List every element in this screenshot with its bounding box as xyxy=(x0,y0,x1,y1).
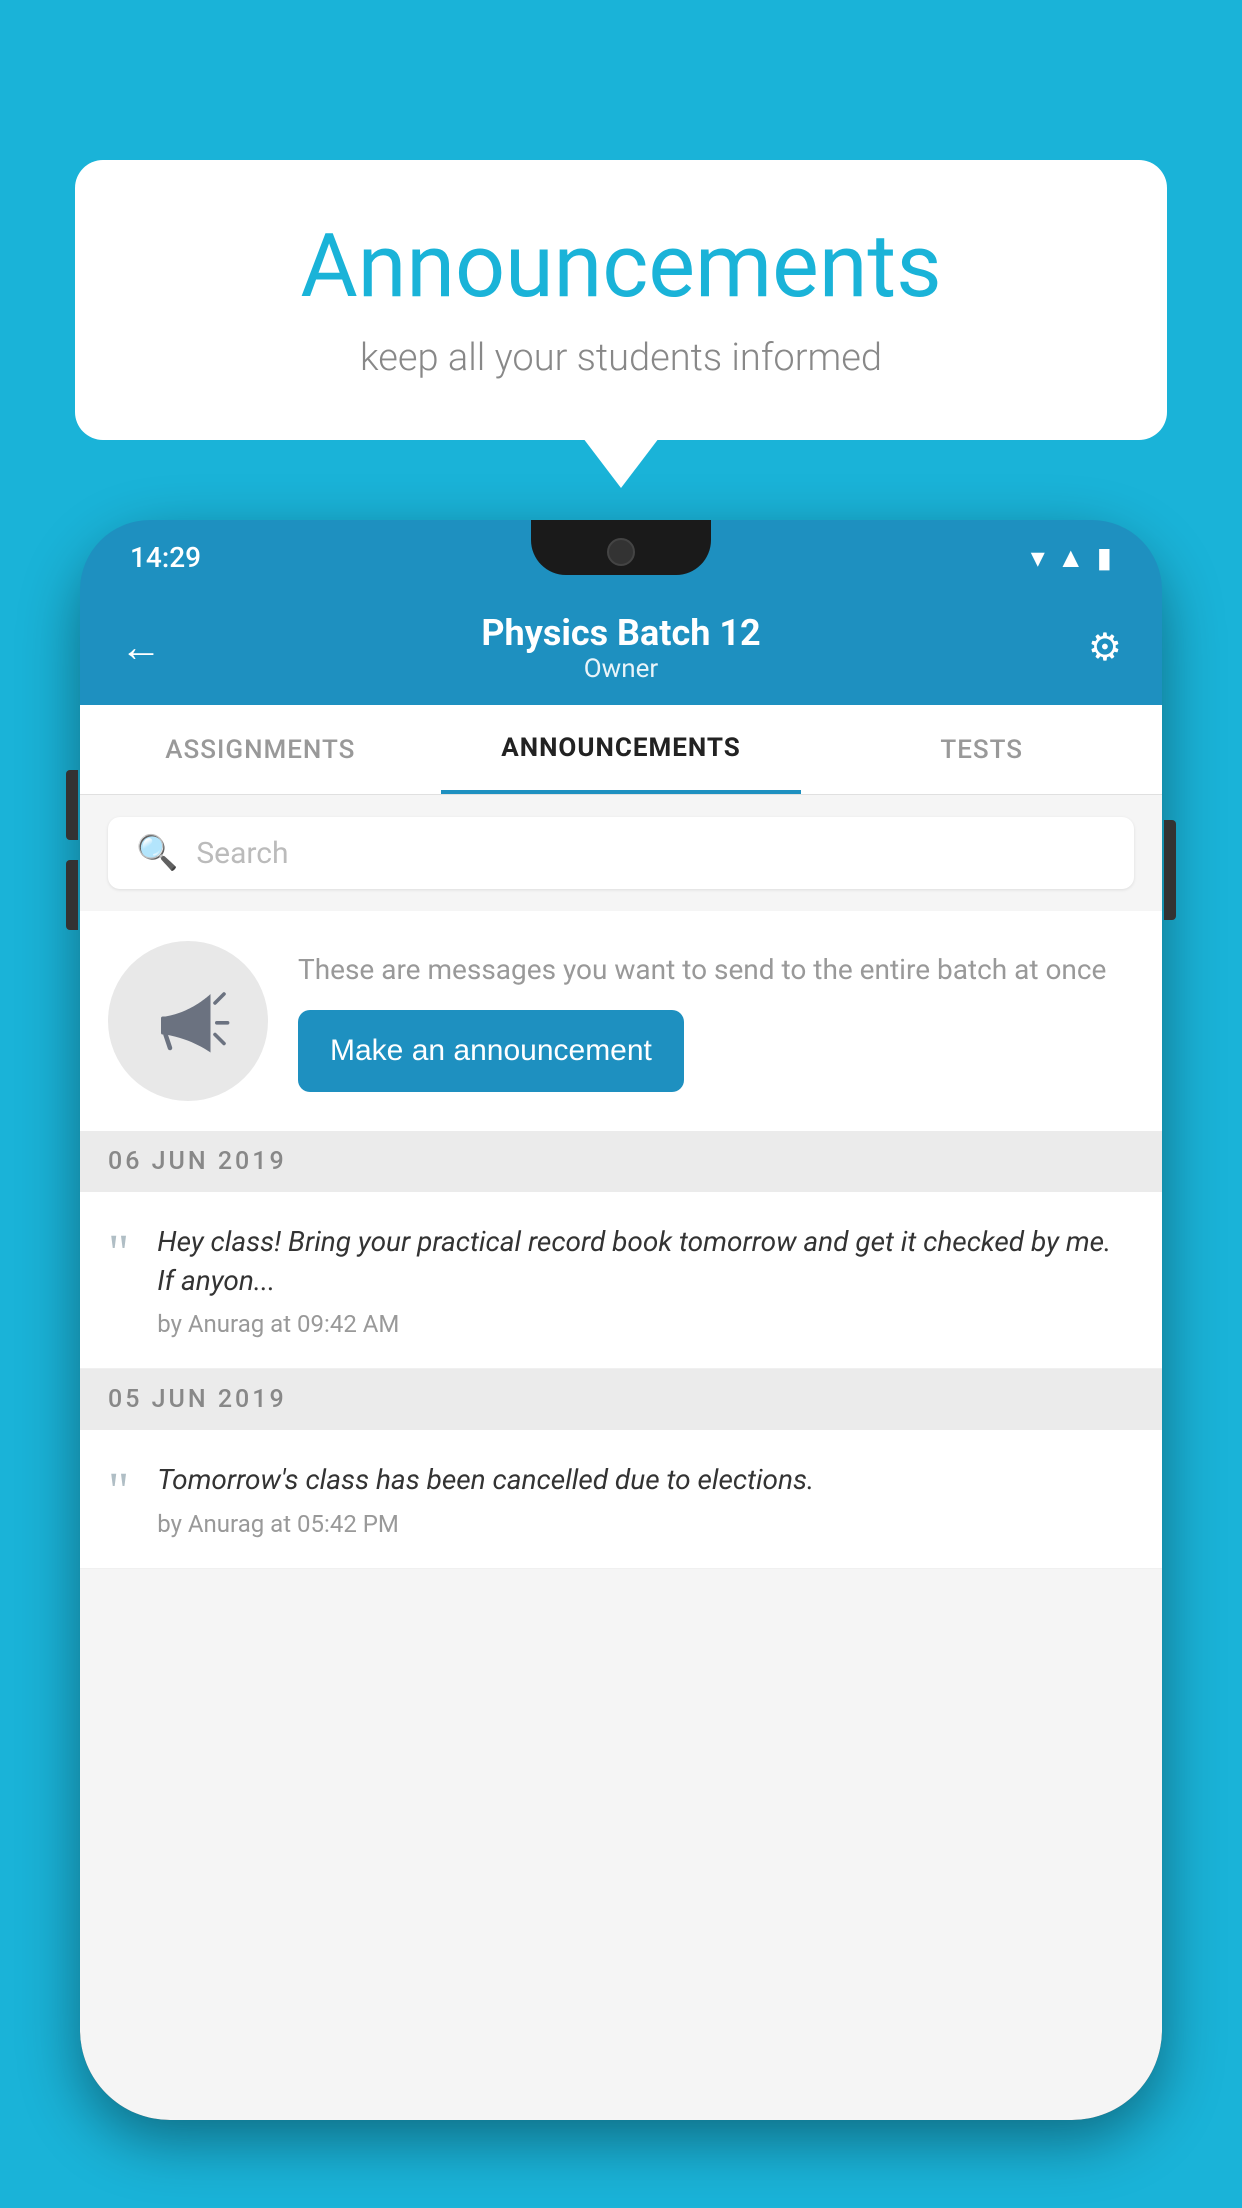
status-time: 14:29 xyxy=(130,536,201,574)
announcement-author-1: by Anurag at 09:42 AM xyxy=(157,1310,1134,1338)
make-announcement-button[interactable]: Make an announcement xyxy=(298,1010,684,1092)
speech-bubble-card: Announcements keep all your students inf… xyxy=(75,160,1167,440)
content-area: 🔍 Search These are me xyxy=(80,795,1162,2120)
announcement-text-2: Tomorrow's class has been cancelled due … xyxy=(157,1460,1134,1499)
bubble-title: Announcements xyxy=(155,215,1087,318)
megaphone-icon xyxy=(143,976,233,1066)
battery-icon: ▮ xyxy=(1097,541,1112,574)
search-icon: 🔍 xyxy=(136,833,178,873)
announcement-icon-circle xyxy=(108,941,268,1101)
speech-bubble-section: Announcements keep all your students inf… xyxy=(75,160,1167,440)
status-icons: ▾ ▲ ▮ xyxy=(1031,536,1112,574)
announcement-item-2[interactable]: " Tomorrow's class has been cancelled du… xyxy=(80,1430,1162,1568)
tabs-bar: ASSIGNMENTS ANNOUNCEMENTS TESTS xyxy=(80,705,1162,795)
tab-assignments[interactable]: ASSIGNMENTS xyxy=(80,705,441,794)
date-separator-1: 06 JUN 2019 xyxy=(80,1131,1162,1192)
power-button xyxy=(1164,820,1176,920)
app-bar-title-section: Physics Batch 12 Owner xyxy=(180,612,1062,684)
announcement-content-1: Hey class! Bring your practical record b… xyxy=(157,1222,1134,1338)
wifi-icon: ▾ xyxy=(1031,541,1045,574)
phone-frame: 14:29 ▾ ▲ ▮ ← Physics Batch 12 Owner ⚙ A… xyxy=(80,520,1162,2120)
signal-icon: ▲ xyxy=(1057,541,1085,574)
announcement-item-1[interactable]: " Hey class! Bring your practical record… xyxy=(80,1192,1162,1369)
phone-camera xyxy=(607,538,635,566)
search-bar[interactable]: 🔍 Search xyxy=(108,817,1134,889)
announcement-content-2: Tomorrow's class has been cancelled due … xyxy=(157,1460,1134,1537)
promo-section: These are messages you want to send to t… xyxy=(80,911,1162,1131)
settings-button[interactable]: ⚙ xyxy=(1062,625,1122,670)
app-bar-title: Physics Batch 12 xyxy=(180,612,1062,654)
announcement-text-1: Hey class! Bring your practical record b… xyxy=(157,1222,1134,1300)
promo-right: These are messages you want to send to t… xyxy=(298,950,1134,1091)
volume-up-button xyxy=(66,770,78,840)
bubble-subtitle: keep all your students informed xyxy=(155,336,1087,380)
app-bar: ← Physics Batch 12 Owner ⚙ xyxy=(80,590,1162,705)
search-input[interactable]: Search xyxy=(196,836,288,871)
phone-notch xyxy=(531,520,711,575)
app-bar-subtitle: Owner xyxy=(180,654,1062,684)
quote-icon-2: " xyxy=(108,1466,129,1518)
tab-announcements[interactable]: ANNOUNCEMENTS xyxy=(441,705,802,794)
tab-tests[interactable]: TESTS xyxy=(801,705,1162,794)
announcement-author-2: by Anurag at 05:42 PM xyxy=(157,1510,1134,1538)
volume-down-button xyxy=(66,860,78,930)
promo-description: These are messages you want to send to t… xyxy=(298,950,1134,989)
phone-wrapper: 14:29 ▾ ▲ ▮ ← Physics Batch 12 Owner ⚙ A… xyxy=(80,520,1162,2208)
back-button[interactable]: ← xyxy=(120,623,180,672)
date-separator-2: 05 JUN 2019 xyxy=(80,1369,1162,1430)
quote-icon-1: " xyxy=(108,1228,129,1280)
